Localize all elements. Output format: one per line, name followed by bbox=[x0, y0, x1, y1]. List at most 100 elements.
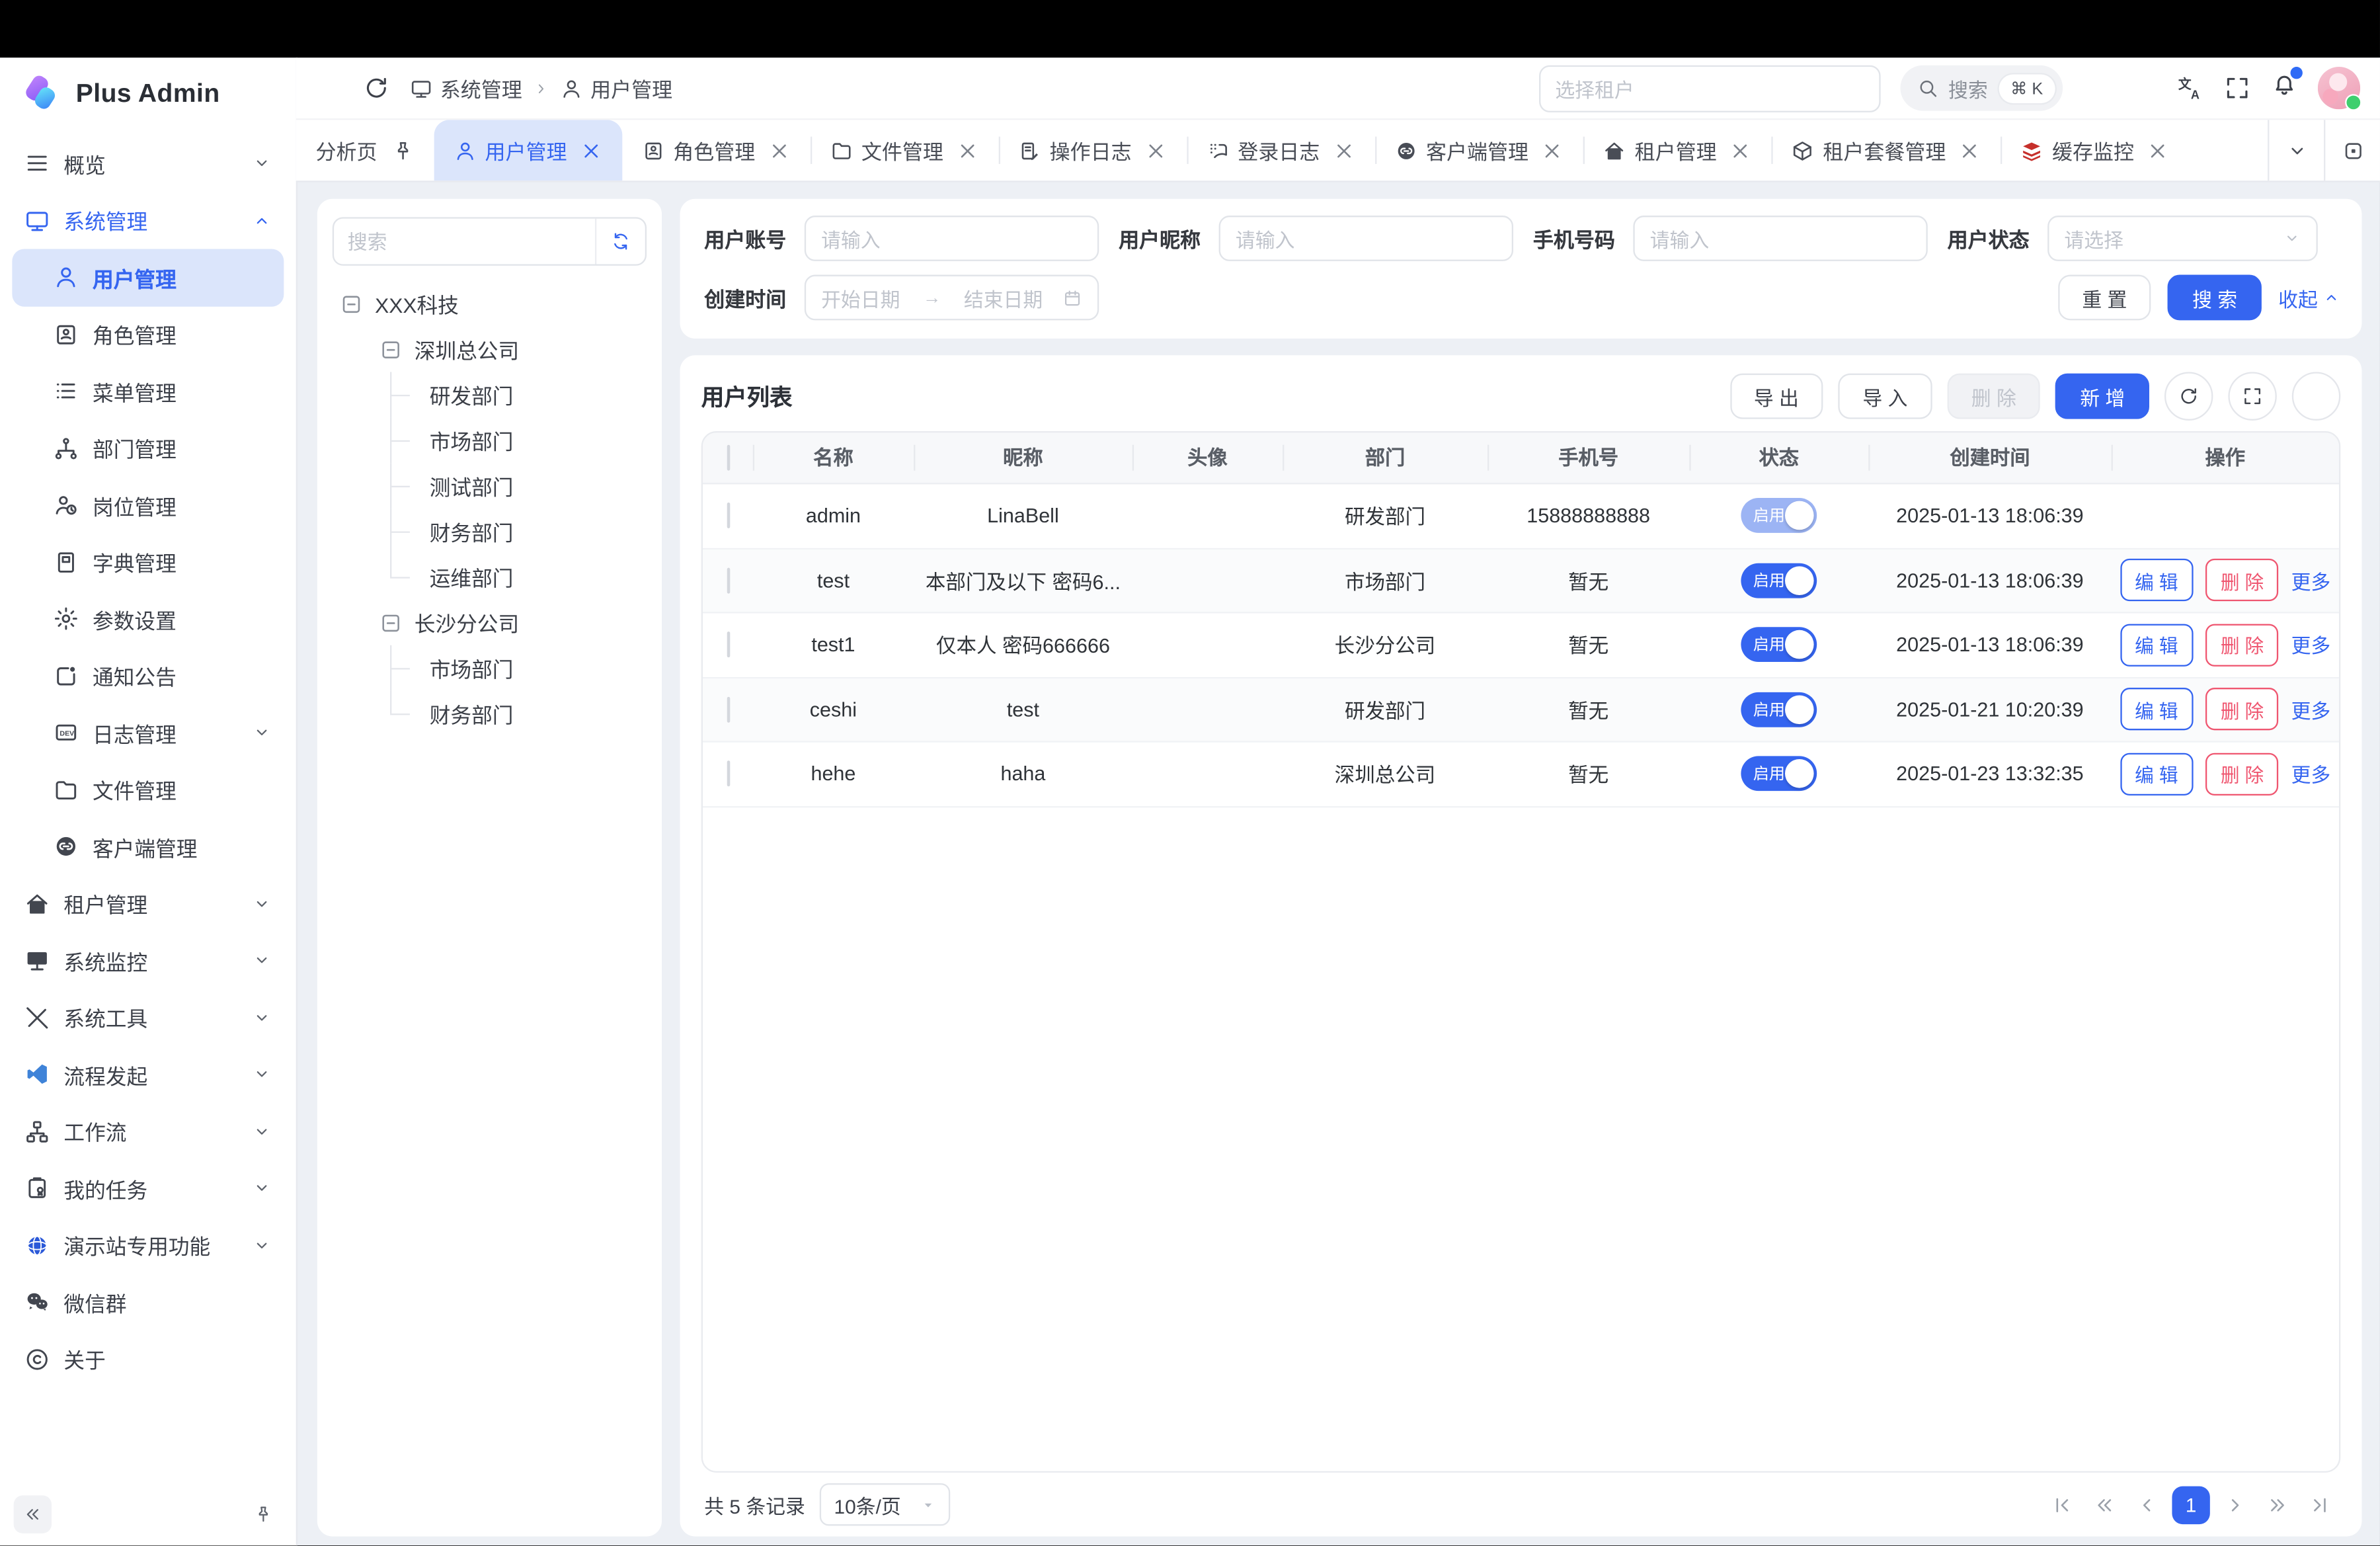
row-checkbox[interactable] bbox=[727, 696, 730, 722]
delete-button[interactable]: 删 除 bbox=[2205, 753, 2279, 795]
filter-input[interactable]: 请输入 bbox=[805, 216, 1099, 261]
sidebar-item-19[interactable]: 演示站专用功能 bbox=[12, 1217, 284, 1274]
table-refresh-button[interactable] bbox=[2164, 372, 2213, 420]
sidebar-item-21[interactable]: 关于 bbox=[12, 1330, 284, 1387]
next-jump-button[interactable] bbox=[2260, 1488, 2295, 1523]
sidebar-item-3[interactable]: 角色管理 bbox=[12, 306, 284, 363]
tab-9[interactable]: 缓存监控 bbox=[2001, 120, 2189, 181]
toolbar-button-2[interactable]: 删 除 bbox=[1947, 374, 2040, 419]
tab-7[interactable]: 租户管理 bbox=[1583, 120, 1772, 181]
sidebar-collapse-button[interactable] bbox=[14, 1495, 52, 1533]
close-icon[interactable] bbox=[579, 139, 602, 161]
search-button[interactable]: 搜 索 bbox=[2168, 275, 2261, 321]
tab-3[interactable]: 文件管理 bbox=[810, 120, 998, 181]
edit-button[interactable]: 编 辑 bbox=[2120, 559, 2193, 601]
row-checkbox[interactable] bbox=[727, 503, 730, 529]
content-fullscreen-button[interactable] bbox=[2324, 120, 2380, 181]
menu-collapse-icon[interactable] bbox=[316, 74, 343, 101]
notifications-button[interactable] bbox=[2271, 71, 2298, 106]
sidebar-item-9[interactable]: 通知公告 bbox=[12, 647, 284, 704]
sidebar-pin-button[interactable] bbox=[245, 1495, 282, 1533]
select-all-checkbox[interactable] bbox=[727, 445, 730, 471]
edit-button[interactable]: 编 辑 bbox=[2120, 624, 2193, 666]
sidebar-item-0[interactable]: 概览 bbox=[12, 135, 284, 192]
tabs-dropdown-button[interactable] bbox=[2268, 120, 2324, 181]
status-toggle[interactable]: 启用 bbox=[1741, 499, 1817, 534]
close-icon[interactable] bbox=[2146, 139, 2168, 161]
page-size-select[interactable]: 10条/页 bbox=[820, 1484, 951, 1526]
close-icon[interactable] bbox=[1540, 139, 1563, 161]
status-select[interactable]: 请选择 bbox=[2047, 216, 2318, 261]
more-link[interactable]: 更多 bbox=[2291, 695, 2331, 724]
breadcrumb-item-1[interactable]: 用户管理 bbox=[560, 73, 672, 103]
date-range-input[interactable]: 开始日期 → 结束日期 bbox=[805, 275, 1099, 321]
tree-node-3[interactable]: 市场部门 bbox=[333, 417, 647, 463]
tree-node-8[interactable]: 市场部门 bbox=[333, 645, 647, 691]
prev-jump-button[interactable] bbox=[2087, 1488, 2122, 1523]
tenant-select-input[interactable]: 选择租户 bbox=[1538, 65, 1880, 112]
sidebar-item-13[interactable]: 租户管理 bbox=[12, 875, 284, 932]
reset-button[interactable]: 重 置 bbox=[2058, 275, 2151, 321]
fullscreen-icon[interactable] bbox=[2223, 74, 2250, 101]
status-toggle[interactable]: 启用 bbox=[1741, 756, 1817, 792]
dark-mode-moon-icon[interactable] bbox=[2129, 74, 2157, 101]
tree-node-5[interactable]: 财务部门 bbox=[333, 509, 647, 554]
delete-button[interactable]: 删 除 bbox=[2205, 559, 2279, 601]
sidebar-item-14[interactable]: 系统监控 bbox=[12, 932, 284, 989]
sidebar-item-4[interactable]: 菜单管理 bbox=[12, 363, 284, 420]
close-icon[interactable] bbox=[1729, 139, 1751, 161]
collapse-minus-icon[interactable] bbox=[379, 611, 402, 633]
next-page-button[interactable] bbox=[2217, 1488, 2252, 1523]
tab-2[interactable]: 角色管理 bbox=[621, 120, 810, 181]
sidebar-item-1[interactable]: 系统管理 bbox=[12, 192, 284, 249]
tab-1[interactable]: 用户管理 bbox=[433, 120, 621, 181]
sidebar-item-10[interactable]: DEV日志管理 bbox=[12, 704, 284, 761]
row-checkbox[interactable] bbox=[727, 632, 730, 658]
sidebar-item-8[interactable]: 参数设置 bbox=[12, 590, 284, 647]
edit-button[interactable]: 编 辑 bbox=[2120, 753, 2193, 795]
filter-input[interactable]: 请输入 bbox=[1219, 216, 1513, 261]
tree-node-0[interactable]: XXX科技 bbox=[333, 281, 647, 327]
sidebar-item-2[interactable]: 用户管理 bbox=[12, 249, 284, 306]
current-page[interactable]: 1 bbox=[2172, 1486, 2209, 1524]
tab-6[interactable]: 客户端管理 bbox=[1374, 120, 1583, 181]
status-toggle[interactable]: 启用 bbox=[1741, 628, 1817, 663]
sidebar-item-20[interactable]: 微信群 bbox=[12, 1274, 284, 1330]
tree-search-input[interactable] bbox=[334, 230, 595, 253]
tree-node-9[interactable]: 财务部门 bbox=[333, 691, 647, 737]
close-icon[interactable] bbox=[1144, 139, 1166, 161]
pin-icon[interactable] bbox=[391, 139, 413, 161]
edit-button[interactable]: 编 辑 bbox=[2120, 688, 2193, 731]
sidebar-item-16[interactable]: 流程发起 bbox=[12, 1046, 284, 1103]
tree-node-6[interactable]: 运维部门 bbox=[333, 554, 647, 600]
tree-node-2[interactable]: 研发部门 bbox=[333, 372, 647, 417]
more-link[interactable]: 更多 bbox=[2291, 566, 2331, 595]
tab-0[interactable]: 分析页 bbox=[296, 120, 434, 181]
delete-button[interactable]: 删 除 bbox=[2205, 624, 2279, 666]
status-toggle[interactable]: 启用 bbox=[1741, 563, 1817, 598]
sidebar-item-6[interactable]: 岗位管理 bbox=[12, 477, 284, 534]
table-settings-button[interactable] bbox=[2292, 372, 2340, 420]
sidebar-item-12[interactable]: 客户端管理 bbox=[12, 818, 284, 875]
sidebar-item-15[interactable]: 系统工具 bbox=[12, 989, 284, 1046]
row-checkbox[interactable] bbox=[727, 761, 730, 787]
user-avatar[interactable] bbox=[2318, 67, 2360, 109]
close-icon[interactable] bbox=[1332, 139, 1355, 161]
close-icon[interactable] bbox=[955, 139, 978, 161]
tree-refresh-button[interactable] bbox=[595, 219, 645, 264]
sidebar-item-17[interactable]: 工作流 bbox=[12, 1103, 284, 1160]
prev-page-button[interactable] bbox=[2129, 1488, 2164, 1523]
sidebar-item-18[interactable]: 我的任务 bbox=[12, 1160, 284, 1217]
close-icon[interactable] bbox=[768, 139, 790, 161]
tree-node-7[interactable]: 长沙分公司 bbox=[333, 600, 647, 645]
more-link[interactable]: 更多 bbox=[2291, 760, 2331, 789]
table-fullscreen-button[interactable] bbox=[2228, 372, 2276, 420]
status-toggle[interactable]: 启用 bbox=[1741, 692, 1817, 727]
toolbar-button-3[interactable]: 新 增 bbox=[2056, 374, 2149, 419]
collapse-filters-link[interactable]: 收起 bbox=[2278, 283, 2340, 312]
toolbar-button-0[interactable]: 导 出 bbox=[1729, 374, 1823, 419]
breadcrumb-item-0[interactable]: 系统管理 bbox=[410, 73, 522, 103]
more-link[interactable]: 更多 bbox=[2291, 630, 2331, 659]
filter-input[interactable]: 请输入 bbox=[1633, 216, 1927, 261]
row-checkbox[interactable] bbox=[727, 567, 730, 593]
